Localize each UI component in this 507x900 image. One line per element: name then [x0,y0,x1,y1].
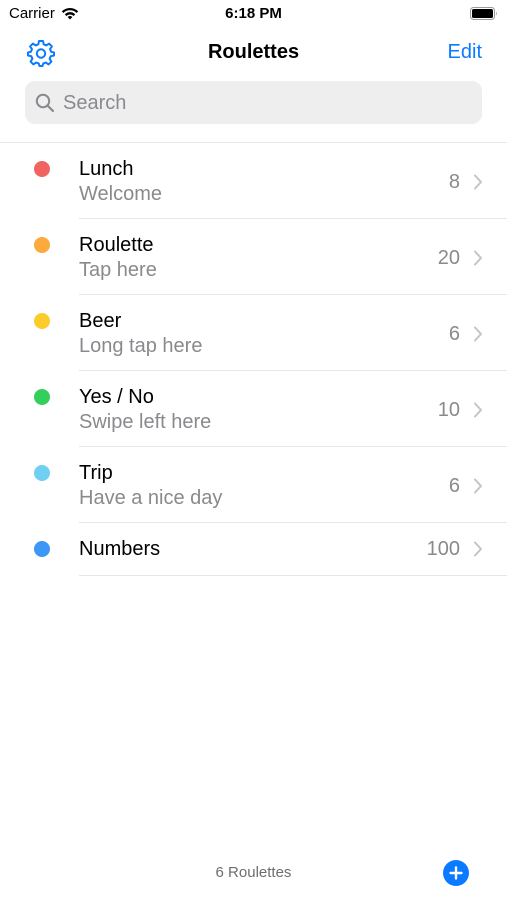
roulette-list: Lunch Welcome 8 Roulette Tap here 20 Bee… [0,142,507,576]
status-bar: Carrier 6:18 PM [0,0,507,28]
roulette-subtitle: Welcome [79,183,162,205]
color-dot [34,389,50,405]
color-dot [34,541,50,557]
chevron-right-icon [474,541,482,557]
color-dot [34,465,50,481]
add-roulette-button[interactable] [443,860,469,886]
roulette-row-roulette[interactable]: Roulette Tap here 20 [0,219,507,295]
roulette-count: 20 [437,247,460,269]
roulette-title: Beer [79,310,122,332]
roulette-title: Trip [79,462,113,484]
roulette-subtitle: Swipe left here [79,411,212,433]
chevron-right-icon [474,326,482,342]
edit-button[interactable]: Edit [448,41,482,64]
plus-icon [449,866,463,880]
chevron-right-icon [474,174,482,190]
roulette-title: Numbers [79,538,161,560]
roulette-title: Lunch [79,158,134,180]
color-dot [34,237,50,253]
chevron-right-icon [474,478,482,494]
color-dot [34,313,50,329]
status-time: 6:18 PM [225,5,282,22]
roulette-title: Roulette [79,234,154,256]
search-icon [35,93,55,113]
roulette-count: 100 [426,538,460,560]
row-divider [79,575,507,576]
roulette-row-trip[interactable]: Trip Have a nice day 6 [0,447,507,523]
roulette-count: 6 [448,475,460,497]
roulette-subtitle: Tap here [79,259,157,281]
roulette-count-label: 6 Roulettes [215,864,292,881]
roulette-row-numbers[interactable]: Numbers 100 [0,523,507,576]
page-title: Roulettes [207,41,300,63]
roulette-count: 8 [448,171,460,193]
search-input[interactable] [61,81,465,126]
roulette-title: Yes / No [79,386,154,408]
roulette-subtitle: Have a nice day [79,487,223,509]
color-dot [34,161,50,177]
chevron-right-icon [474,250,482,266]
search-bar[interactable] [25,81,482,126]
roulette-subtitle: Long tap here [79,335,203,357]
roulette-count: 6 [448,323,460,345]
navigation-bar: Roulettes Edit [0,28,507,76]
roulette-row-beer[interactable]: Beer Long tap here 6 [0,295,507,371]
roulette-row-yes-no[interactable]: Yes / No Swipe left here 10 [0,371,507,447]
roulette-count: 10 [437,399,460,421]
chevron-right-icon [474,402,482,418]
roulette-row-lunch[interactable]: Lunch Welcome 8 [0,143,507,219]
battery-icon [470,7,497,20]
